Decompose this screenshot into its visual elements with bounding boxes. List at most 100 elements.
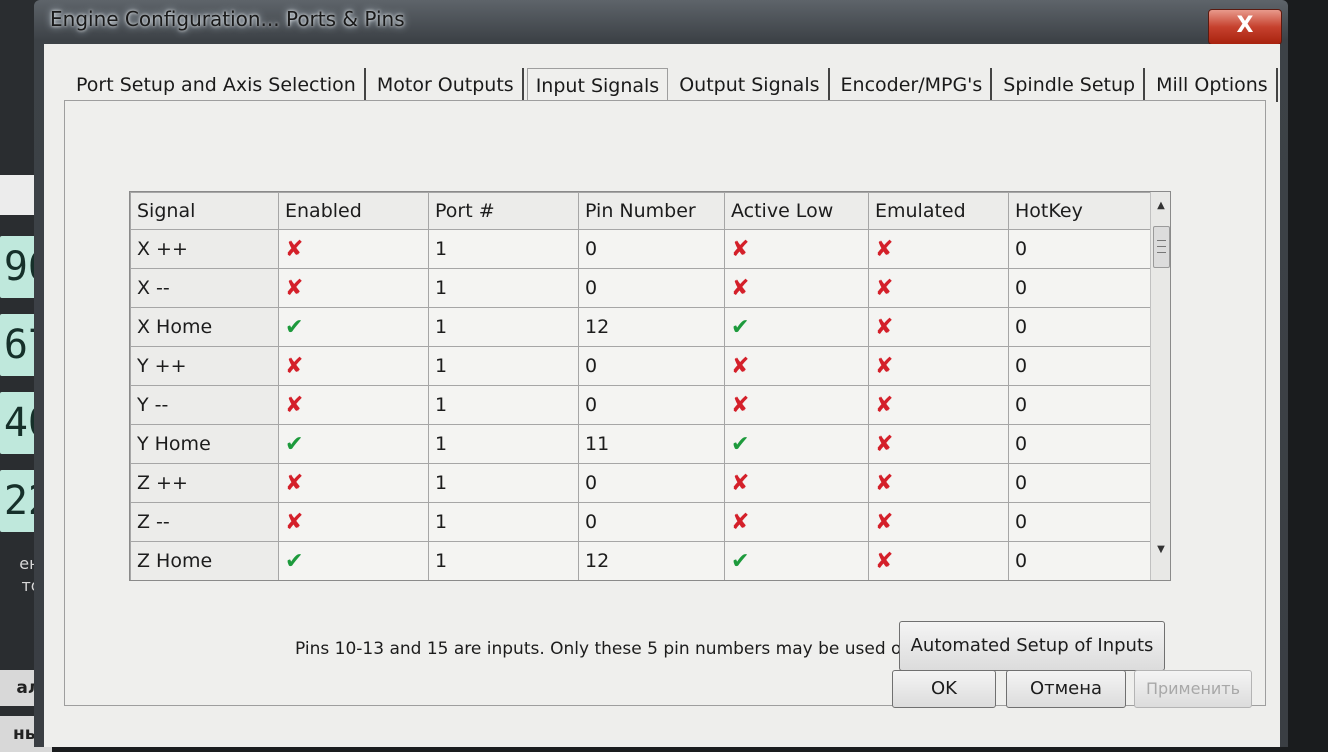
scroll-up-icon[interactable]: ▲ (1151, 200, 1170, 211)
cross-icon[interactable]: ✘ (875, 471, 893, 496)
check-icon[interactable]: ✔ (285, 432, 303, 457)
table-row[interactable]: Y -- ✘ 1 0 ✘ ✘ 0 (130, 385, 1151, 425)
column-header-active-low[interactable]: Active Low (724, 192, 869, 230)
cross-icon[interactable]: ✘ (285, 510, 303, 535)
enabled-cell[interactable]: ✔ (278, 307, 429, 347)
hotkey-cell[interactable]: 0 (1008, 424, 1151, 464)
tab-motor-outputs[interactable]: Motor Outputs (369, 68, 524, 102)
table-row[interactable]: X ++ ✘ 1 0 ✘ ✘ 0 (130, 229, 1151, 269)
active-low-cell[interactable]: ✘ (724, 502, 869, 542)
tab-port-setup[interactable]: Port Setup and Axis Selection (68, 68, 366, 102)
check-icon[interactable]: ✔ (731, 315, 749, 340)
table-row[interactable]: Z -- ✘ 1 0 ✘ ✘ 0 (130, 502, 1151, 542)
enabled-cell[interactable]: ✘ (278, 385, 429, 425)
cross-icon[interactable]: ✘ (875, 510, 893, 535)
cross-icon[interactable]: ✘ (285, 471, 303, 496)
table-row[interactable]: Z Home ✔ 1 12 ✔ ✘ 0 (130, 541, 1151, 580)
port-cell[interactable]: 1 (428, 502, 579, 542)
hotkey-cell[interactable]: 0 (1008, 268, 1151, 308)
pin-number-cell[interactable]: 0 (578, 502, 725, 542)
port-cell[interactable]: 1 (428, 463, 579, 503)
hotkey-cell[interactable]: 0 (1008, 463, 1151, 503)
active-low-cell[interactable]: ✘ (724, 463, 869, 503)
hotkey-cell[interactable]: 0 (1008, 502, 1151, 542)
cross-icon[interactable]: ✘ (875, 393, 893, 418)
port-cell[interactable]: 1 (428, 541, 579, 580)
pin-number-cell[interactable]: 12 (578, 307, 725, 347)
tab-output-signals[interactable]: Output Signals (671, 68, 830, 102)
enabled-cell[interactable]: ✔ (278, 424, 429, 464)
check-icon[interactable]: ✔ (285, 549, 303, 574)
active-low-cell[interactable]: ✘ (724, 385, 869, 425)
signal-cell[interactable]: Z ++ (130, 463, 279, 503)
cross-icon[interactable]: ✘ (875, 315, 893, 340)
emulated-cell[interactable]: ✘ (868, 541, 1009, 580)
tab-spindle-setup[interactable]: Spindle Setup (995, 68, 1146, 102)
cross-icon[interactable]: ✘ (875, 237, 893, 262)
enabled-cell[interactable]: ✘ (278, 229, 429, 269)
cross-icon[interactable]: ✘ (731, 393, 749, 418)
automated-setup-button[interactable]: Automated Setup of Inputs (899, 621, 1165, 671)
emulated-cell[interactable]: ✘ (868, 346, 1009, 386)
emulated-cell[interactable]: ✘ (868, 385, 1009, 425)
enabled-cell[interactable]: ✘ (278, 268, 429, 308)
table-row[interactable]: Z ++ ✘ 1 0 ✘ ✘ 0 (130, 463, 1151, 503)
port-cell[interactable]: 1 (428, 307, 579, 347)
pin-number-cell[interactable]: 11 (578, 424, 725, 464)
pin-number-cell[interactable]: 0 (578, 463, 725, 503)
cross-icon[interactable]: ✘ (285, 354, 303, 379)
enabled-cell[interactable]: ✘ (278, 502, 429, 542)
close-button[interactable]: X (1208, 9, 1282, 45)
signal-cell[interactable]: X Home (130, 307, 279, 347)
hotkey-cell[interactable]: 0 (1008, 541, 1151, 580)
tab-encoder-mpg[interactable]: Encoder/MPG's (833, 68, 993, 102)
signal-cell[interactable]: X -- (130, 268, 279, 308)
emulated-cell[interactable]: ✘ (868, 502, 1009, 542)
port-cell[interactable]: 1 (428, 268, 579, 308)
pin-number-cell[interactable]: 0 (578, 229, 725, 269)
apply-button[interactable]: Применить (1134, 670, 1252, 708)
signal-cell[interactable]: X ++ (130, 229, 279, 269)
vertical-scrollbar[interactable]: ▲ ▼ (1150, 192, 1170, 580)
cross-icon[interactable]: ✘ (731, 471, 749, 496)
cross-icon[interactable]: ✘ (875, 432, 893, 457)
title-bar[interactable]: Engine Configuration... Ports & Pins X (34, 0, 1288, 45)
cross-icon[interactable]: ✘ (875, 276, 893, 301)
hotkey-cell[interactable]: 0 (1008, 385, 1151, 425)
emulated-cell[interactable]: ✘ (868, 424, 1009, 464)
scroll-down-icon[interactable]: ▼ (1151, 544, 1170, 555)
port-cell[interactable]: 1 (428, 346, 579, 386)
ok-button[interactable]: OK (892, 670, 996, 708)
signal-cell[interactable]: Y -- (130, 385, 279, 425)
column-header-pin-number[interactable]: Pin Number (578, 192, 725, 230)
signal-cell[interactable]: Y Home (130, 424, 279, 464)
hotkey-cell[interactable]: 0 (1008, 346, 1151, 386)
cross-icon[interactable]: ✘ (875, 354, 893, 379)
active-low-cell[interactable]: ✘ (724, 346, 869, 386)
port-cell[interactable]: 1 (428, 229, 579, 269)
table-row[interactable]: X Home ✔ 1 12 ✔ ✘ 0 (130, 307, 1151, 347)
port-cell[interactable]: 1 (428, 385, 579, 425)
cancel-button[interactable]: Отмена (1006, 670, 1126, 708)
pin-number-cell[interactable]: 0 (578, 385, 725, 425)
emulated-cell[interactable]: ✘ (868, 229, 1009, 269)
check-icon[interactable]: ✔ (731, 549, 749, 574)
enabled-cell[interactable]: ✔ (278, 541, 429, 580)
hotkey-cell[interactable]: 0 (1008, 307, 1151, 347)
active-low-cell[interactable]: ✘ (724, 268, 869, 308)
scroll-thumb[interactable] (1153, 226, 1170, 268)
cross-icon[interactable]: ✘ (285, 237, 303, 262)
emulated-cell[interactable]: ✘ (868, 463, 1009, 503)
active-low-cell[interactable]: ✔ (724, 424, 869, 464)
column-header-signal[interactable]: Signal (130, 192, 279, 230)
signal-cell[interactable]: Y ++ (130, 346, 279, 386)
cross-icon[interactable]: ✘ (285, 276, 303, 301)
port-cell[interactable]: 1 (428, 424, 579, 464)
enabled-cell[interactable]: ✘ (278, 346, 429, 386)
check-icon[interactable]: ✔ (285, 315, 303, 340)
pin-number-cell[interactable]: 0 (578, 346, 725, 386)
cross-icon[interactable]: ✘ (731, 237, 749, 262)
emulated-cell[interactable]: ✘ (868, 268, 1009, 308)
column-header-port[interactable]: Port # (428, 192, 579, 230)
cross-icon[interactable]: ✘ (731, 510, 749, 535)
